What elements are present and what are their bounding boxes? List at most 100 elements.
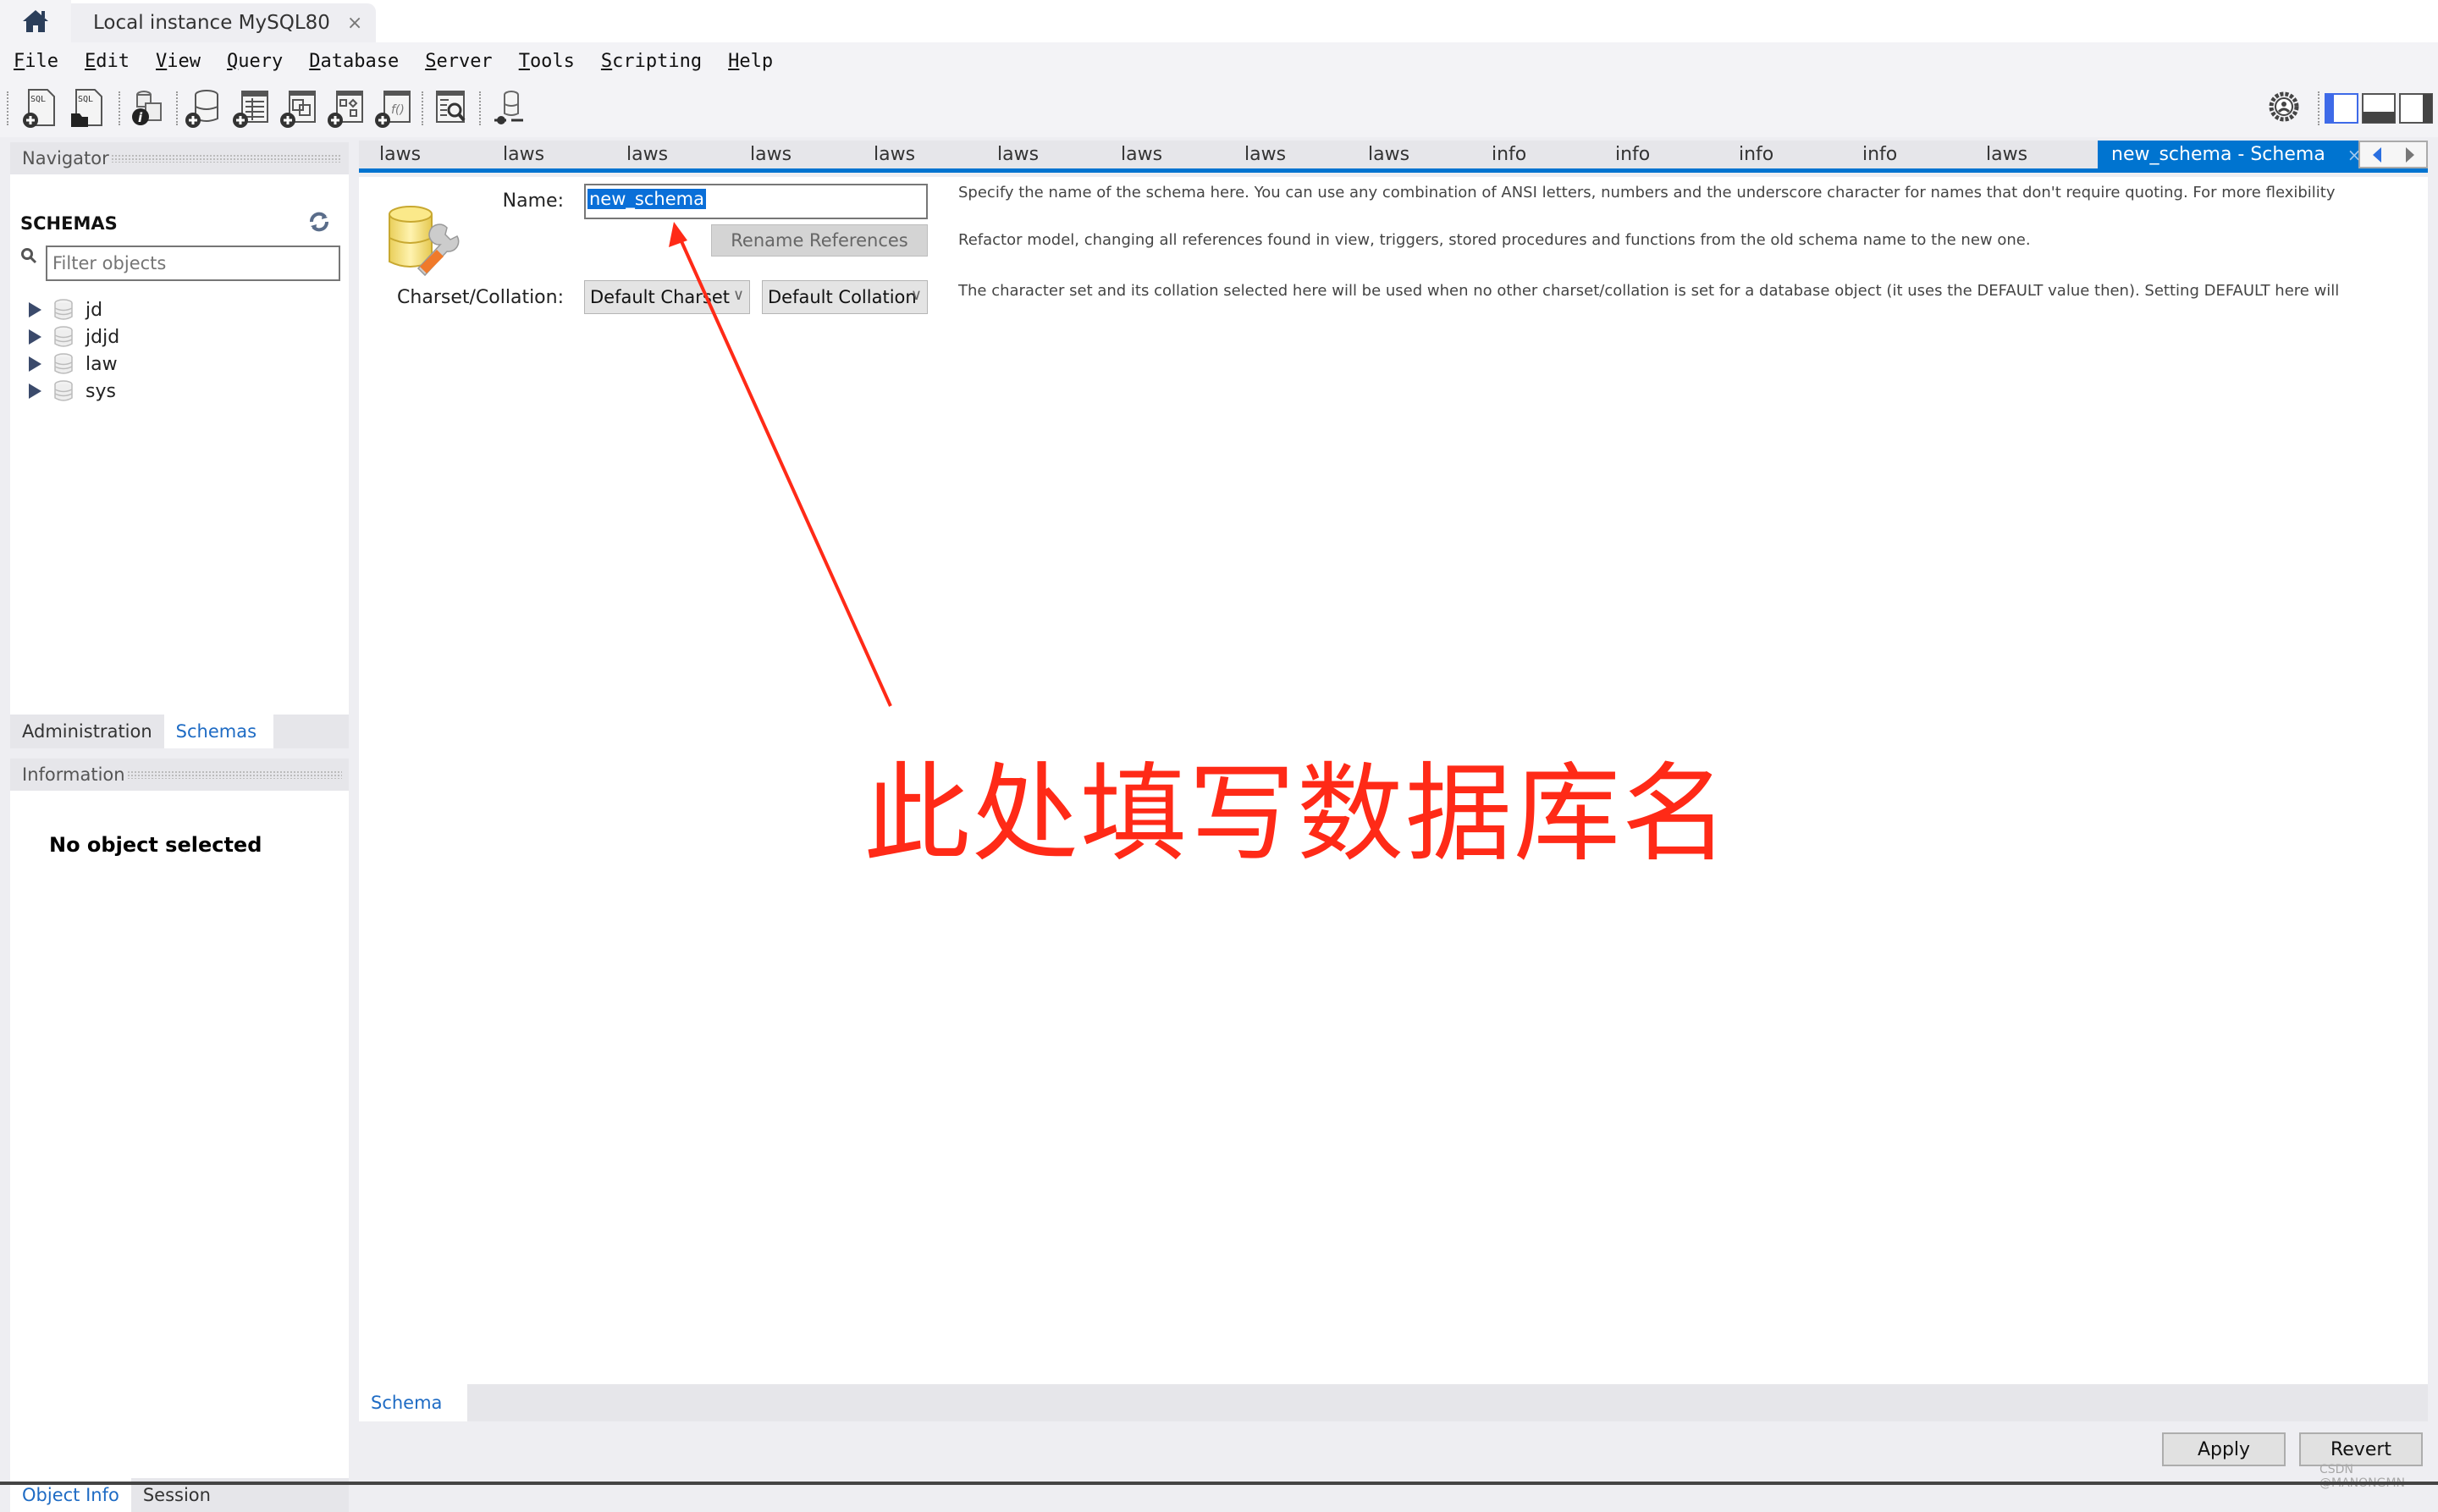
schemas-tree-panel: SCHEMAS jd jdjd law: [10, 174, 349, 715]
menu-bar: File Edit View Query Database Server Too…: [0, 42, 2438, 80]
create-procedure-icon[interactable]: [327, 88, 364, 129]
schema-tree-item[interactable]: law: [20, 350, 118, 378]
rename-references-button[interactable]: Rename References: [711, 224, 928, 257]
editor-tab[interactable]: laws: [997, 141, 1039, 168]
charset-value: Default Charset: [590, 287, 730, 307]
menu-file[interactable]: File: [14, 51, 58, 72]
toolbar: SQL SQL i f(): [0, 80, 2438, 137]
window-tab-strip: Local instance MySQL80 ×: [0, 0, 2438, 42]
editor-tab[interactable]: info: [1862, 141, 1897, 168]
navigator-panel: Navigator SCHEMAS jd jdjd law: [10, 142, 349, 1512]
menu-server[interactable]: Server: [425, 51, 492, 72]
schema-tree-item[interactable]: jd: [20, 296, 102, 323]
editor-tab[interactable]: info: [1615, 141, 1650, 168]
filter-objects-input[interactable]: [46, 246, 340, 281]
editor-tab[interactable]: laws: [1368, 141, 1409, 168]
editor-tab[interactable]: laws: [750, 141, 792, 168]
svg-text:f(): f(): [391, 103, 405, 117]
database-icon: [54, 299, 73, 320]
information-header: Information: [10, 759, 349, 791]
tab-schemas[interactable]: Schemas: [163, 715, 274, 748]
expand-arrow-icon[interactable]: [29, 356, 41, 372]
reconnect-icon[interactable]: [489, 88, 527, 129]
create-view-icon[interactable]: [279, 88, 317, 129]
annotation-text: 此处填写数据库名: [863, 752, 1730, 876]
editor-tab[interactable]: laws: [1244, 141, 1286, 168]
search-table-data-icon[interactable]: [432, 88, 469, 129]
navigator-title: Navigator: [22, 148, 109, 168]
schema-name: law: [85, 353, 118, 375]
editor-tab[interactable]: info: [1739, 141, 1773, 168]
toolbar-separator: [422, 91, 423, 125]
apply-button[interactable]: Apply: [2162, 1432, 2286, 1466]
schema-tree-item[interactable]: sys: [20, 378, 116, 405]
tab-scroll-buttons: [2358, 141, 2428, 168]
toolbar-separator: [119, 91, 120, 125]
revert-button[interactable]: Revert: [2299, 1432, 2423, 1466]
charset-help-text: The character set and its collation sele…: [958, 282, 2340, 300]
charset-select[interactable]: Default Charset ∨: [584, 280, 750, 314]
editor-tab[interactable]: laws: [626, 141, 668, 168]
active-tab-label: new_schema - Schema: [2111, 144, 2325, 165]
create-table-icon[interactable]: [232, 88, 269, 129]
schema-name-input[interactable]: new_schema: [584, 184, 928, 219]
information-panel: No object selected: [10, 791, 349, 1478]
editor-tab[interactable]: info: [1492, 141, 1526, 168]
navigator-header: Navigator: [10, 142, 349, 174]
toggle-sidebar-icon[interactable]: [2325, 93, 2358, 124]
tab-schema[interactable]: Schema: [359, 1384, 467, 1421]
schema-inspector-icon[interactable]: i: [129, 88, 166, 129]
chevron-down-icon: ∨: [910, 286, 922, 304]
editor-tab[interactable]: laws: [503, 141, 544, 168]
information-title: Information: [22, 764, 125, 785]
connection-tab[interactable]: Local instance MySQL80 ×: [71, 3, 376, 42]
editor-tab[interactable]: laws: [1121, 141, 1162, 168]
toggle-secondary-sidebar-icon[interactable]: [2399, 93, 2433, 124]
name-help-text: Specify the name of the schema here. You…: [958, 184, 2336, 201]
database-icon: [54, 326, 73, 347]
menu-database[interactable]: Database: [309, 51, 399, 72]
home-tab[interactable]: [0, 0, 71, 42]
svg-text:SQL: SQL: [30, 95, 46, 104]
collation-select[interactable]: Default Collation ∨: [762, 280, 928, 314]
editor-tab[interactable]: laws: [874, 141, 915, 168]
menu-query[interactable]: Query: [227, 51, 283, 72]
refresh-icon[interactable]: [308, 212, 330, 232]
close-icon[interactable]: ×: [347, 13, 362, 34]
home-icon: [23, 10, 48, 32]
toggle-output-icon[interactable]: [2362, 93, 2396, 124]
create-function-icon[interactable]: f(): [374, 88, 411, 129]
drag-grip[interactable]: [110, 154, 342, 163]
drag-grip[interactable]: [126, 770, 342, 779]
schema-name: sys: [85, 380, 116, 402]
expand-arrow-icon[interactable]: [29, 329, 41, 345]
schema-name: jd: [85, 299, 103, 321]
editor-tab[interactable]: laws: [1986, 141, 2027, 168]
schema-name: jdjd: [85, 326, 120, 348]
schema-tree-item[interactable]: jdjd: [20, 323, 119, 350]
editor-tab[interactable]: laws: [379, 141, 421, 168]
schema-settings-icon: [389, 206, 460, 277]
menu-help[interactable]: Help: [728, 51, 773, 72]
new-sql-tab-icon[interactable]: SQL: [22, 88, 59, 129]
scroll-left-icon[interactable]: [2369, 146, 2385, 164]
scroll-right-icon[interactable]: [2402, 146, 2418, 164]
preferences-gear-icon[interactable]: [2269, 91, 2299, 122]
editor-tab-bar: laws laws laws laws laws laws laws laws …: [359, 141, 2428, 173]
expand-arrow-icon[interactable]: [29, 302, 41, 317]
database-icon: [54, 353, 73, 374]
search-icon: [21, 248, 37, 264]
open-sql-script-icon[interactable]: SQL: [69, 88, 107, 129]
menu-scripting[interactable]: Scripting: [601, 51, 702, 72]
database-icon: [54, 380, 73, 401]
schema-name-value: new_schema: [587, 189, 706, 209]
chevron-down-icon: ∨: [732, 286, 744, 304]
tab-administration[interactable]: Administration: [10, 715, 164, 748]
editor-tab-active[interactable]: new_schema - Schema ×: [2098, 141, 2362, 168]
menu-view[interactable]: View: [156, 51, 201, 72]
create-schema-icon[interactable]: [185, 88, 222, 129]
menu-tools[interactable]: Tools: [519, 51, 575, 72]
expand-arrow-icon[interactable]: [29, 384, 41, 399]
schemas-heading: SCHEMAS: [20, 213, 118, 234]
menu-edit[interactable]: Edit: [85, 51, 130, 72]
